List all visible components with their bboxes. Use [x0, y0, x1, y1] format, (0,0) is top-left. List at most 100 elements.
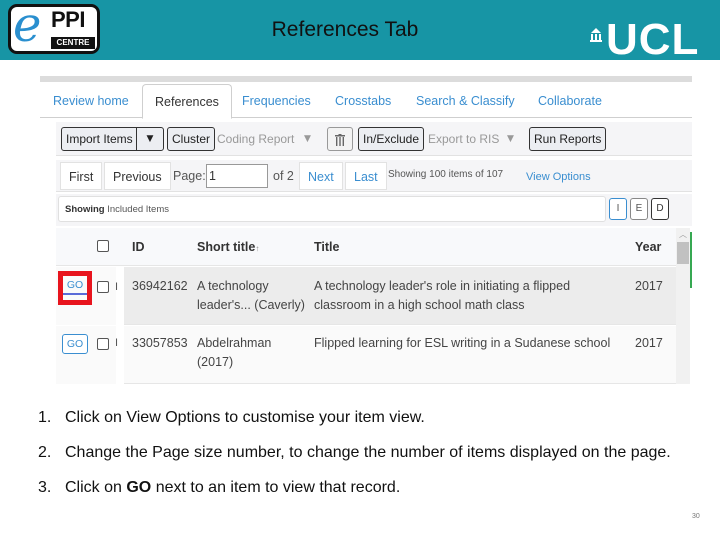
showing-label: Showing [65, 204, 105, 215]
filter-excluded-button[interactable]: E [630, 198, 648, 220]
portico-icon [590, 28, 602, 42]
instruction-text: Click on [65, 479, 127, 496]
page-number-input[interactable] [206, 164, 268, 188]
references-grid: ID Short title↑ Title Year GO I 36942162… [56, 228, 676, 384]
item-count-text: Showing 100 items of 107 [388, 169, 504, 180]
delete-button[interactable] [327, 127, 353, 151]
column-id[interactable]: ID [132, 228, 145, 266]
slide-header: e PPI CENTRE References Tab UCL [0, 0, 720, 62]
references-toolbar: Import Items ▼ Cluster Coding Report ▼ I… [56, 122, 692, 156]
instruction-text: Change the Page size number, to change t… [65, 444, 671, 461]
slide-number: 30 [692, 513, 700, 520]
instruction-emphasis: GO [126, 479, 152, 496]
scroll-up-icon[interactable]: ︿ [676, 230, 690, 240]
grid-scrollbar[interactable]: ︿ [676, 228, 690, 384]
caret-down-icon: ▼ [304, 134, 311, 144]
instruction-number: 3. [38, 479, 52, 496]
column-year[interactable]: Year [635, 228, 661, 266]
row-title: A technology leader's role in initiating… [314, 277, 570, 315]
run-reports-button[interactable]: Run Reports [529, 127, 607, 151]
sort-asc-icon: ↑ [255, 244, 260, 253]
scrollbar-thumb[interactable] [677, 242, 689, 264]
tab-search-classify[interactable]: Search & Classify [416, 84, 515, 118]
tab-references[interactable]: References [142, 84, 232, 119]
instruction-text: Click on View Options to customise your … [65, 409, 425, 426]
filter-bar: Showing Included Items I E D [56, 194, 692, 226]
side-panel-edge [690, 232, 692, 288]
showing-status: Showing Included Items [58, 196, 606, 222]
title-line-1: A technology leader's role in initiating… [314, 279, 571, 293]
app-screenshot: Review home References Frequencies Cross… [40, 76, 692, 384]
instruction-item: 2. Change the Page size number, to chang… [38, 443, 678, 463]
select-all-checkbox[interactable] [97, 240, 109, 252]
instructions-list: 1. Click on View Options to customise yo… [38, 408, 678, 513]
showing-filter-text: Included Items [104, 204, 169, 215]
column-title[interactable]: Title [314, 228, 339, 266]
tab-collaborate[interactable]: Collaborate [538, 84, 602, 118]
instruction-text-end: next to an item to view that record. [151, 479, 401, 496]
first-page-button[interactable]: First [60, 162, 103, 190]
import-items-dropdown[interactable]: ▼ [136, 127, 164, 151]
eppi-logo-sub: CENTRE [51, 37, 95, 49]
column-short-title-label: Short title [197, 240, 256, 254]
caret-down-icon: ▼ [507, 134, 514, 144]
filter-included-button[interactable]: I [609, 198, 627, 220]
row-year: 2017 [635, 336, 663, 350]
go-highlight-box [58, 271, 92, 305]
row-checkbox[interactable] [97, 338, 109, 350]
tab-frequencies[interactable]: Frequencies [242, 84, 311, 118]
export-ris-dropdown[interactable]: ▼ [507, 127, 514, 151]
slide-title: References Tab [271, 18, 419, 41]
row-id: 33057853 [132, 336, 188, 350]
instruction-number: 1. [38, 409, 52, 426]
import-items-button[interactable]: Import Items [61, 127, 137, 151]
cluster-button[interactable]: Cluster [167, 127, 216, 151]
previous-page-button[interactable]: Previous [104, 162, 171, 190]
row-status-flag: I [115, 281, 119, 293]
title-line-2: classroom in a high school math class [314, 298, 525, 312]
view-options-link[interactable]: View Options [526, 162, 591, 190]
row-separator [116, 326, 124, 384]
tab-review-home[interactable]: Review home [53, 84, 129, 118]
short-title-line-1: A technology [197, 279, 269, 293]
last-page-button[interactable]: Last [345, 162, 387, 190]
row-checkbox[interactable] [97, 281, 109, 293]
row-year: 2017 [635, 279, 663, 293]
page-label: Page: [173, 169, 206, 183]
go-button[interactable]: GO [62, 334, 88, 354]
eppi-logo-word: PPI [51, 7, 85, 32]
coding-report-dropdown[interactable]: ▼ [304, 127, 311, 151]
pagination-bar: First Previous Page: of 2 Next Last Show… [56, 160, 692, 192]
trash-icon [335, 133, 345, 146]
export-ris-button[interactable]: Export to RIS [423, 127, 504, 151]
short-title-line-1: Abdelrahman [197, 336, 272, 350]
next-page-button[interactable]: Next [299, 162, 343, 190]
ucl-logo-text: UCL [606, 15, 700, 64]
grid-header: ID Short title↑ Title Year [56, 228, 676, 266]
row-status-flag: I [115, 337, 119, 349]
ucl-logo: UCL [590, 18, 699, 68]
tab-crosstabs[interactable]: Crosstabs [335, 84, 391, 118]
filter-deleted-button[interactable]: D [651, 198, 669, 220]
row-id: 36942162 [132, 279, 188, 293]
table-row[interactable]: GO I 33057853 Abdelrahman (2017) Flipped … [56, 326, 676, 384]
row-short-title: A technology leader's... (Caverly) [197, 277, 305, 315]
row-separator [116, 267, 124, 325]
row-title: Flipped learning for ESL writing in a Su… [314, 336, 611, 350]
eppi-centre-logo: e PPI CENTRE [8, 4, 100, 54]
short-title-line-2: leader's... (Caverly) [197, 298, 305, 312]
page-count-label: of 2 [273, 169, 294, 183]
eppi-logo-letter: e [13, 4, 42, 53]
in-exclude-button[interactable]: In/Exclude [358, 127, 425, 151]
main-tabs: Review home References Frequencies Cross… [40, 84, 692, 119]
short-title-line-2: (2017) [197, 355, 234, 369]
instruction-item: 3. Click on GO next to an item to view t… [38, 478, 678, 498]
table-row[interactable]: GO I 36942162 A technology leader's... (C… [56, 267, 676, 325]
window-top-bar [40, 76, 692, 82]
coding-report-button[interactable]: Coding Report [212, 127, 299, 151]
column-short-title[interactable]: Short title↑ [197, 228, 259, 266]
caret-down-icon: ▼ [146, 134, 154, 144]
row-short-title: Abdelrahman (2017) [197, 334, 271, 372]
instruction-item: 1. Click on View Options to customise yo… [38, 408, 678, 428]
instruction-number: 2. [38, 444, 52, 461]
